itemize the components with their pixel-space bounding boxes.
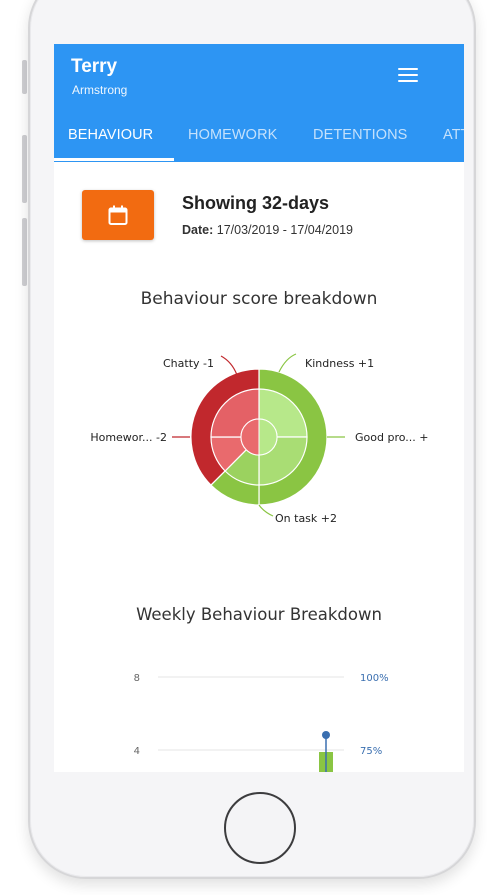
- calendar-icon: [108, 205, 128, 225]
- tab-behaviour[interactable]: BEHAVIOUR: [68, 120, 153, 162]
- label-homework: Homewor... -2: [90, 431, 167, 444]
- behaviour-breakdown-title: Behaviour score breakdown: [140, 289, 378, 309]
- volume-down-button: [22, 218, 27, 286]
- percentage-point[interactable]: [322, 731, 330, 739]
- y2-tick-75: 75%: [360, 746, 382, 757]
- label-chatty: Chatty -1: [163, 357, 214, 370]
- user-first-name: Terry: [71, 56, 118, 77]
- y-axis-stub: ⸗: [102, 770, 105, 772]
- on-task-connector: [258, 504, 274, 517]
- hamburger-menu-icon[interactable]: [398, 66, 420, 84]
- chatty-connector: [220, 355, 238, 376]
- label-kindness: Kindness +1: [305, 357, 374, 370]
- tab-detentions[interactable]: DETENTIONS: [313, 120, 407, 162]
- tab-bar: BEHAVIOUR HOMEWORK DETENTIONS ATT: [54, 120, 464, 162]
- volume-up-button: [22, 135, 27, 203]
- behaviour-sunburst-chart: Kindness +1 Good pro... + On task +2 Hom…: [90, 353, 428, 525]
- label-good-progress: Good pro... +: [355, 431, 428, 444]
- app-screen: Terry Armstrong BEHAVIOUR HOMEWORK DETEN…: [54, 44, 464, 772]
- weekly-breakdown-title: Weekly Behaviour Breakdown: [136, 605, 382, 624]
- date-range-button[interactable]: [82, 190, 154, 240]
- weekly-behaviour-chart: 8 4 100% 75% ⸗: [102, 673, 389, 772]
- y2-tick-100: 100%: [360, 673, 389, 684]
- active-tab-indicator: [54, 158, 174, 161]
- y-tick-8: 8: [134, 673, 140, 684]
- tab-homework[interactable]: HOMEWORK: [188, 120, 277, 162]
- kindness-connector: [278, 353, 297, 373]
- app-bar: Terry Armstrong BEHAVIOUR HOMEWORK DETEN…: [54, 44, 464, 162]
- tab-attendance[interactable]: ATT: [443, 120, 464, 162]
- date-label: Date:: [182, 223, 214, 237]
- y-tick-4: 4: [134, 746, 140, 757]
- user-last-name: Armstrong: [72, 83, 128, 97]
- showing-days-label: Showing 32-days: [182, 193, 330, 213]
- date-range-text: Date: 17/03/2019 - 17/04/2019: [182, 223, 353, 237]
- home-button[interactable]: [222, 790, 298, 866]
- date-value: 17/03/2019 - 17/04/2019: [216, 223, 353, 237]
- mute-switch: [22, 60, 27, 94]
- label-on-task: On task +2: [275, 512, 337, 525]
